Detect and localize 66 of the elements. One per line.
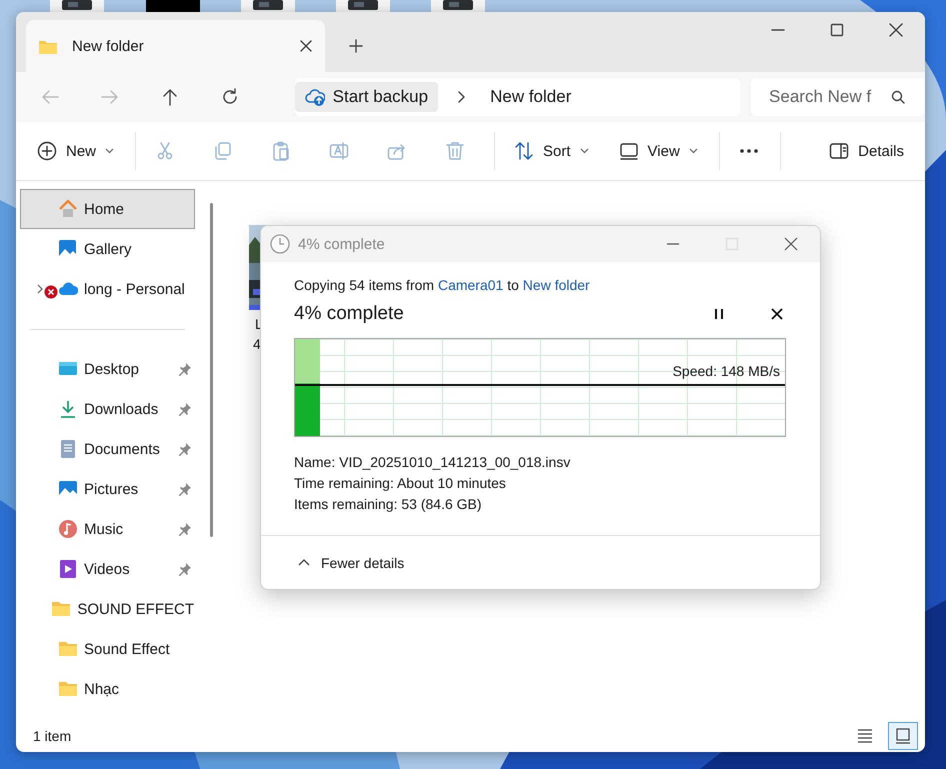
source-link[interactable]: Camera01 xyxy=(438,277,504,293)
close-icon[interactable] xyxy=(771,308,783,320)
sort-icon xyxy=(514,141,534,161)
maximize-icon[interactable] xyxy=(830,23,844,37)
sidebar-item[interactable]: Desktop xyxy=(20,349,195,389)
folder-icon xyxy=(58,639,78,659)
fewer-details-button[interactable]: Fewer details xyxy=(298,554,404,570)
folder-icon xyxy=(51,599,72,619)
search-icon xyxy=(891,90,906,104)
sidebar-item[interactable]: Home xyxy=(20,189,195,229)
refresh-icon[interactable] xyxy=(221,88,239,106)
sidebar-item[interactable]: Gallery xyxy=(20,229,195,269)
sidebar-item[interactable]: Sound Effect xyxy=(20,629,195,669)
tiles-view-button[interactable] xyxy=(888,722,918,750)
tab[interactable]: New folder xyxy=(26,20,325,72)
address-bar[interactable]: Start backup New folder xyxy=(294,78,740,116)
clock-icon xyxy=(270,234,290,254)
close-icon[interactable] xyxy=(784,237,798,251)
progress-heading: 4% complete xyxy=(294,303,405,325)
detail-text: Items remaining: 53 (84.6 GB) xyxy=(294,495,483,514)
search-input[interactable]: Search New f xyxy=(769,87,880,107)
sidebar-item[interactable]: SOUND EFFECT xyxy=(20,589,195,629)
gallery-icon xyxy=(58,239,78,259)
plus-icon[interactable] xyxy=(349,39,363,53)
speed-label: Speed: 148 MB/s xyxy=(672,363,780,379)
detail-text: Name: VID_20251010_141213_00_018.insv xyxy=(294,453,572,472)
scrollbar-thumb[interactable] xyxy=(210,203,213,537)
plus-circle-icon xyxy=(37,141,57,161)
home-icon xyxy=(58,199,78,219)
details-pane-icon xyxy=(829,141,850,161)
view-icon xyxy=(618,141,639,161)
breadcrumb-item[interactable]: New folder xyxy=(490,87,572,107)
view-button[interactable]: View xyxy=(610,131,707,171)
item-count: 1 item xyxy=(33,728,72,744)
pause-icon[interactable] xyxy=(713,308,725,320)
backup-button[interactable]: Start backup xyxy=(294,82,438,112)
dialog-title: 4% complete xyxy=(298,236,385,252)
sidebar-item[interactable]: Music xyxy=(20,509,195,549)
sidebar-item[interactable]: Nhạc xyxy=(20,669,195,709)
document-icon xyxy=(58,439,78,459)
close-icon[interactable] xyxy=(299,39,313,53)
sidebar-item[interactable]: Videos xyxy=(20,549,195,589)
sidebar-item[interactable]: Documents xyxy=(20,429,195,469)
download-icon xyxy=(58,399,78,419)
sidebar-item[interactable]: Downloads xyxy=(20,389,195,429)
sort-button[interactable]: Sort xyxy=(505,131,598,171)
chevron-up-icon xyxy=(298,558,310,567)
details-button[interactable]: Details xyxy=(820,131,913,171)
folder-icon xyxy=(58,679,78,699)
destination-link[interactable]: New folder xyxy=(522,277,590,293)
search-field[interactable]: Search New f xyxy=(751,78,925,116)
detail-text: Time remaining: About 10 minutes xyxy=(294,474,507,493)
cloud-upload-icon xyxy=(304,87,325,107)
sidebar-item[interactable]: Pictures xyxy=(20,469,195,509)
new-button[interactable]: New xyxy=(28,131,124,171)
tile-icon xyxy=(894,726,912,746)
file-detail: 4 xyxy=(252,335,262,354)
up-arrow-icon[interactable] xyxy=(161,88,179,106)
tab-title: New folder xyxy=(72,38,145,54)
sidebar-item[interactable]: long - Personal xyxy=(20,269,195,309)
picture-icon xyxy=(58,479,78,499)
video-icon xyxy=(58,559,78,579)
music-icon xyxy=(58,519,78,539)
close-icon[interactable] xyxy=(889,23,903,37)
chevron-icon xyxy=(456,90,466,104)
copy-summary: Copying 54 items from Camera01 to New folder xyxy=(294,277,591,293)
